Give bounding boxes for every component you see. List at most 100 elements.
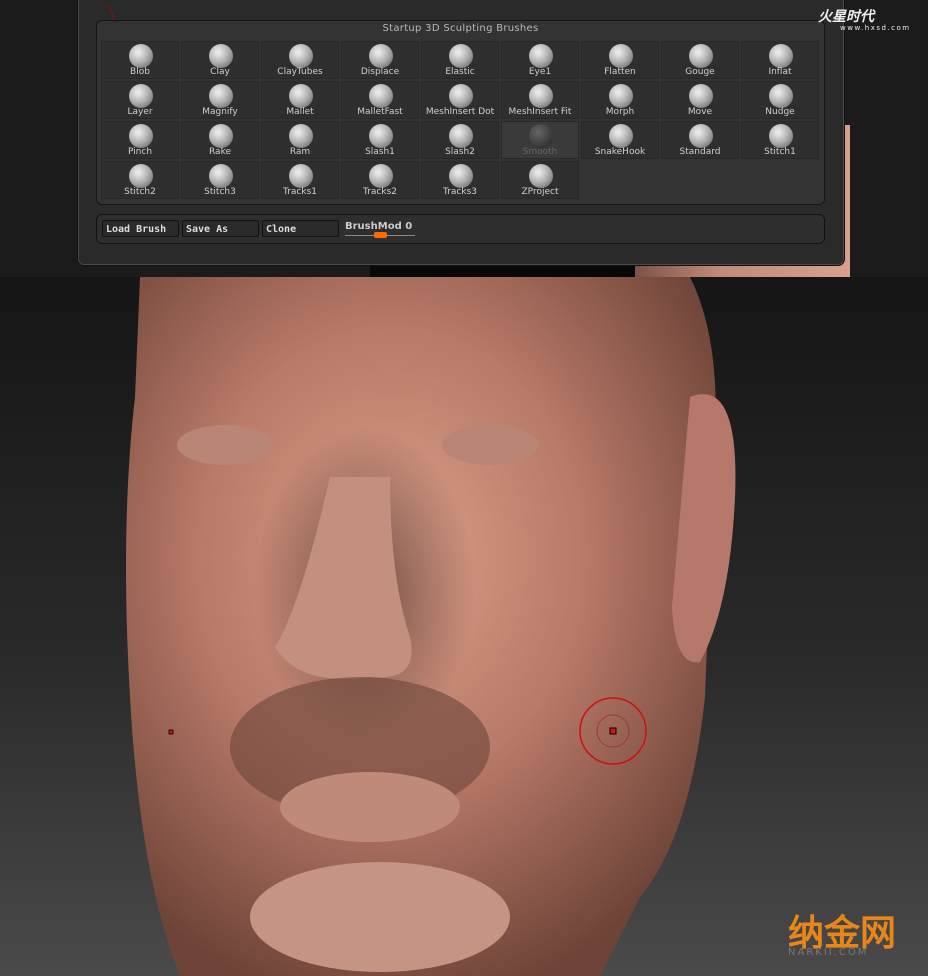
brush-label: Elastic bbox=[445, 67, 475, 77]
brush-gouge[interactable]: Gouge bbox=[661, 41, 739, 79]
symmetry-cursor-dot bbox=[168, 729, 174, 735]
brush-thumbnail-icon bbox=[449, 124, 473, 148]
brush-slash2[interactable]: Slash2 bbox=[421, 121, 499, 159]
brush-slash1[interactable]: Slash1 bbox=[341, 121, 419, 159]
brush-label: Clay bbox=[210, 67, 230, 77]
brush-thumbnail-icon bbox=[529, 124, 553, 148]
hxsd-logo-url: www.hxsd.com bbox=[840, 24, 911, 32]
brush-thumbnail-icon bbox=[129, 44, 153, 68]
brush-label: Eye1 bbox=[528, 67, 552, 77]
brush-label: Slash2 bbox=[445, 147, 475, 157]
brush-thumbnail-icon bbox=[769, 44, 793, 68]
brush-label: MeshInsert Fit bbox=[508, 107, 572, 117]
brush-thumbnail-icon bbox=[449, 84, 473, 108]
brush-grid: Blob Clay ClayTubes Displace Elastic Eye1 Flat… bbox=[101, 41, 819, 199]
brush-displace[interactable]: Displace bbox=[341, 41, 419, 79]
clone-button[interactable]: Clone bbox=[262, 220, 339, 237]
brush-pinch[interactable]: Pinch bbox=[101, 121, 179, 159]
left-eye bbox=[177, 425, 273, 465]
brush-label: Pinch bbox=[127, 147, 153, 157]
brush-thumbnail-icon bbox=[369, 44, 393, 68]
brush-label: Gouge bbox=[685, 67, 715, 77]
brush-label: Flatten bbox=[604, 67, 636, 77]
brush-thumbnail-icon bbox=[289, 84, 313, 108]
brush-label: Tracks2 bbox=[363, 187, 397, 197]
brush-flatten[interactable]: Flatten bbox=[581, 41, 659, 79]
brush-thumbnail-icon bbox=[609, 84, 633, 108]
brush-thumbnail-icon bbox=[689, 124, 713, 148]
brush-label: Blob bbox=[130, 67, 150, 77]
brush-thumbnail-icon bbox=[209, 44, 233, 68]
hxsd-logo-text: 火星时代 bbox=[818, 9, 874, 25]
3d-viewport[interactable] bbox=[0, 277, 928, 976]
sculpted-head-model[interactable] bbox=[0, 277, 928, 976]
brush-claytubes[interactable]: ClayTubes bbox=[261, 41, 339, 79]
brush-label: Stitch2 bbox=[124, 187, 156, 197]
brushmod-value: 0 bbox=[405, 221, 413, 232]
brush-thumbnail-icon bbox=[209, 84, 233, 108]
brush-stitch3[interactable]: Stitch3 bbox=[181, 161, 259, 199]
brush-tracks1[interactable]: Tracks1 bbox=[261, 161, 339, 199]
brush-ram[interactable]: Ram bbox=[261, 121, 339, 159]
brush-blob[interactable]: Blob bbox=[101, 41, 179, 79]
brush-tracks3[interactable]: Tracks3 bbox=[421, 161, 499, 199]
brush-label: Tracks1 bbox=[283, 187, 317, 197]
brush-inflat[interactable]: Inflat bbox=[741, 41, 819, 79]
brush-thumbnail-icon bbox=[769, 84, 793, 108]
brushmod-slider-handle[interactable] bbox=[374, 232, 387, 238]
brush-nudge[interactable]: Nudge bbox=[741, 81, 819, 119]
brush-clay[interactable]: Clay bbox=[181, 41, 259, 79]
save-as-button[interactable]: Save As bbox=[182, 220, 259, 237]
brush-label: ZProject bbox=[521, 187, 559, 197]
brush-thumbnail-icon bbox=[289, 124, 313, 148]
brush-standard[interactable]: Standard bbox=[661, 121, 739, 159]
brush-thumbnail-icon bbox=[529, 44, 553, 68]
brush-layer[interactable]: Layer bbox=[101, 81, 179, 119]
load-brush-button[interactable]: Load Brush bbox=[102, 220, 179, 237]
brushmod-slider-label: BrushMod 0 bbox=[345, 221, 412, 232]
brush-eye1[interactable]: Eye1 bbox=[501, 41, 579, 79]
brush-label: Morph bbox=[605, 107, 635, 117]
brush-label: Smooth bbox=[522, 147, 558, 157]
brush-zproject[interactable]: ZProject bbox=[501, 161, 579, 199]
brush-thumbnail-icon bbox=[289, 44, 313, 68]
hxsd-logo: 火星时代 www.hxsd.com bbox=[818, 6, 911, 32]
brush-thumbnail-icon bbox=[529, 84, 553, 108]
brush-label: Stitch1 bbox=[764, 147, 796, 157]
brush-thumbnail-icon bbox=[209, 124, 233, 148]
brush-elastic[interactable]: Elastic bbox=[421, 41, 499, 79]
brush-thumbnail-icon bbox=[689, 44, 713, 68]
brush-palette: Startup 3D Sculpting Brushes Blob Clay Cla… bbox=[96, 20, 825, 205]
brush-label: Magnify bbox=[202, 107, 238, 117]
brush-label: Move bbox=[687, 107, 713, 117]
brush-label: Tracks3 bbox=[443, 187, 477, 197]
brush-smooth[interactable]: Smooth bbox=[501, 121, 579, 159]
brush-thumbnail-icon bbox=[449, 164, 473, 188]
brush-thumbnail-icon bbox=[609, 44, 633, 68]
brush-thumbnail-icon bbox=[609, 124, 633, 148]
brush-label: Stitch3 bbox=[204, 187, 236, 197]
brush-move[interactable]: Move bbox=[661, 81, 739, 119]
brush-thumbnail-icon bbox=[449, 44, 473, 68]
brush-malletfast[interactable]: MalletFast bbox=[341, 81, 419, 119]
brush-thumbnail-icon bbox=[529, 164, 553, 188]
brush-rake[interactable]: Rake bbox=[181, 121, 259, 159]
brush-label: Mallet bbox=[286, 107, 314, 117]
brush-label: Displace bbox=[360, 67, 400, 77]
brush-label: Standard bbox=[679, 147, 721, 157]
brush-magnify[interactable]: Magnify bbox=[181, 81, 259, 119]
brush-label: Ram bbox=[289, 147, 311, 157]
brush-snakehook[interactable]: SnakeHook bbox=[581, 121, 659, 159]
brush-thumbnail-icon bbox=[289, 164, 313, 188]
brush-label: MeshInsert Dot bbox=[425, 107, 495, 117]
brush-stitch1[interactable]: Stitch1 bbox=[741, 121, 819, 159]
brush-meshinsert-fit[interactable]: MeshInsert Fit bbox=[501, 81, 579, 119]
brush-tracks2[interactable]: Tracks2 bbox=[341, 161, 419, 199]
brush-mallet[interactable]: Mallet bbox=[261, 81, 339, 119]
brush-thumbnail-icon bbox=[769, 124, 793, 148]
brush-stitch2[interactable]: Stitch2 bbox=[101, 161, 179, 199]
right-eye bbox=[442, 425, 538, 465]
brush-label: Nudge bbox=[765, 107, 795, 117]
brush-meshinsert-dot[interactable]: MeshInsert Dot bbox=[421, 81, 499, 119]
brush-morph[interactable]: Morph bbox=[581, 81, 659, 119]
